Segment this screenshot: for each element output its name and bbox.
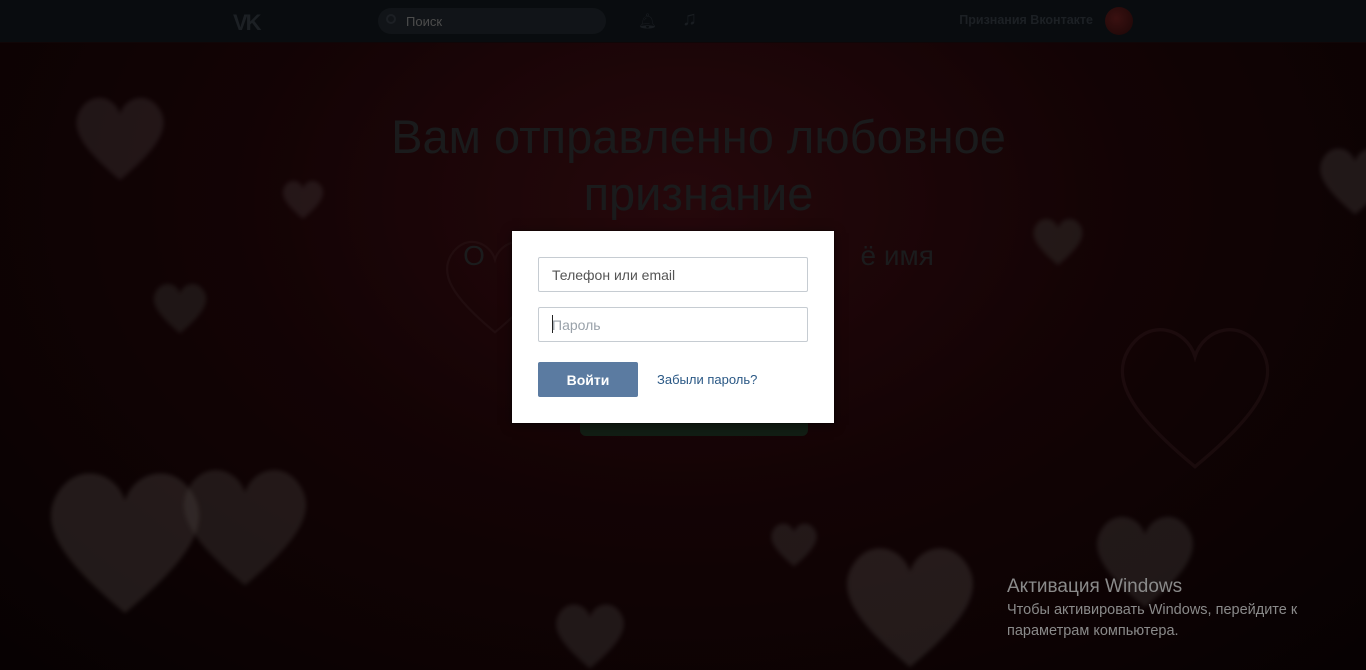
windows-activation-title: Активация Windows — [1007, 576, 1183, 597]
login-modal: Войти Забыли пароль? — [512, 231, 834, 423]
windows-activation-text: Чтобы активировать Windows, перейдите к … — [1007, 602, 1298, 639]
login-field[interactable] — [538, 257, 808, 292]
password-field[interactable] — [538, 307, 808, 342]
text-cursor — [552, 315, 553, 333]
page: VK 🔔︎ ♫ Признания Вконтакте Вам отправле… — [0, 0, 1366, 670]
forgot-password-link[interactable]: Забыли пароль? — [657, 372, 757, 387]
login-button[interactable]: Войти — [538, 362, 638, 397]
